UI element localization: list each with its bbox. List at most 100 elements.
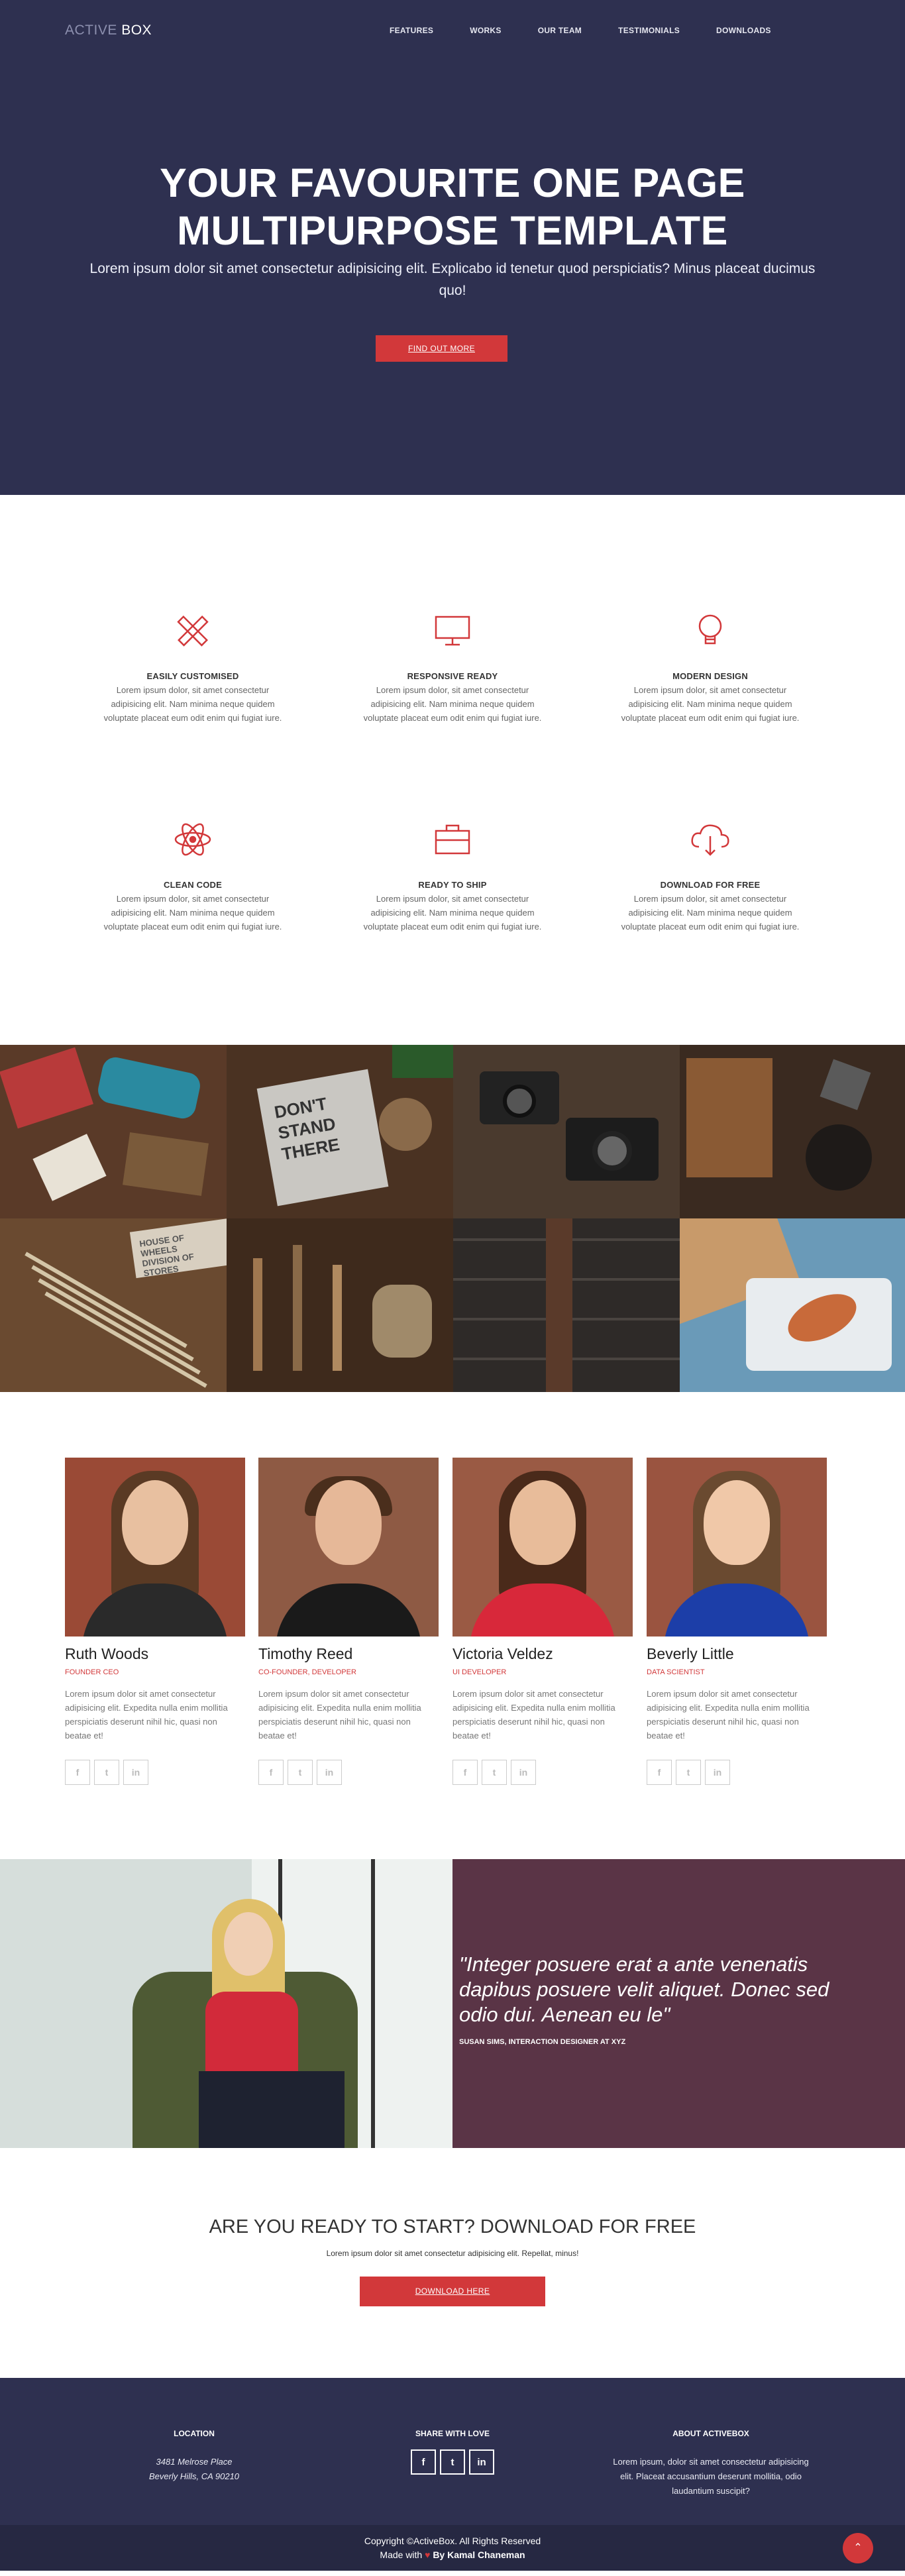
author-credit: By Kamal Chaneman — [433, 2549, 525, 2560]
footer-socials: f t in — [350, 2449, 555, 2475]
address-line: Beverly Hills, CA 90210 — [148, 2471, 240, 2481]
member-socials: f t in — [452, 1760, 633, 1785]
gallery-image-notebook[interactable] — [680, 1045, 905, 1218]
feature-text: Lorem ipsum dolor, sit amet consectetur … — [621, 685, 800, 723]
footer-about: ABOUT ACTIVEBOX Lorem ipsum, dolor sit a… — [608, 2429, 814, 2498]
member-name: Beverly Little — [647, 1645, 734, 1662]
linkedin-icon[interactable]: in — [511, 1760, 536, 1785]
twitter-icon[interactable]: t — [440, 2449, 465, 2475]
team-member-card: Ruth Woods FOUNDER CEO Lorem ipsum dolor… — [65, 1458, 245, 1785]
feature-title: DOWNLOAD FOR FREE — [660, 880, 761, 890]
facebook-icon[interactable]: f — [647, 1760, 672, 1785]
hero-section: ACTIVE BOX FEATURES WORKS OUR TEAM TESTI… — [0, 0, 905, 495]
cta-title: ARE YOU READY TO START? DOWNLOAD FOR FRE… — [209, 2216, 696, 2237]
facebook-icon[interactable]: f — [452, 1760, 478, 1785]
cta-text: Lorem ipsum dolor sit amet consectetur a… — [326, 2249, 579, 2258]
gallery-image-dont-stand-there[interactable]: DON'T STAND THERE — [227, 1045, 453, 1218]
member-socials: f t in — [65, 1760, 245, 1785]
team-member-card: Timothy Reed CO-FOUNDER, DEVELOPER Lorem… — [258, 1458, 439, 1785]
feature-title: RESPONSIVE READY — [407, 671, 498, 681]
chevron-up-icon: ⌃ — [853, 2542, 863, 2553]
hero-title-line2: MULTIPURPOSE TEMPLATE — [177, 208, 728, 253]
feature-card: MODERN DESIGN Lorem ipsum dolor, sit ame… — [617, 608, 804, 725]
feature-title: CLEAN CODE — [164, 880, 222, 890]
linkedin-icon[interactable]: in — [317, 1760, 342, 1785]
twitter-icon[interactable]: t — [676, 1760, 701, 1785]
twitter-icon[interactable]: t — [94, 1760, 119, 1785]
feature-text: Lorem ipsum dolor, sit amet consectetur … — [103, 894, 282, 932]
facebook-icon[interactable]: f — [258, 1760, 284, 1785]
member-role: FOUNDER CEO — [65, 1668, 119, 1676]
feature-title: READY TO SHIP — [418, 880, 487, 890]
footer-location: LOCATION 3481 Melrose Place Beverly Hill… — [91, 2429, 297, 2484]
nav-link-downloads[interactable]: DOWNLOADS — [716, 26, 771, 35]
download-here-button[interactable]: DOWNLOAD HERE — [360, 2277, 545, 2306]
logo[interactable]: ACTIVE BOX — [65, 23, 152, 38]
navbar: ACTIVE BOX FEATURES WORKS OUR TEAM TESTI… — [0, 0, 905, 62]
footer: LOCATION 3481 Melrose Place Beverly Hill… — [0, 2378, 905, 2571]
feature-text: Lorem ipsum dolor, sit amet consectetur … — [621, 894, 800, 932]
credits: Made with ♥ By Kamal Chaneman — [0, 2549, 905, 2560]
facebook-icon[interactable]: f — [65, 1760, 90, 1785]
member-bio: Lorem ipsum dolor sit amet consectetur a… — [647, 1689, 810, 1741]
footer-bottom: Copyright ©ActiveBox. All Rights Reserve… — [0, 2525, 905, 2571]
download-section: ARE YOU READY TO START? DOWNLOAD FOR FRE… — [0, 2148, 905, 2378]
nav-link-testimonials[interactable]: TESTIMONIALS — [618, 26, 680, 35]
feature-card: DOWNLOAD FOR FREE Lorem ipsum dolor, sit… — [617, 816, 804, 934]
feature-text: Lorem ipsum dolor, sit amet consectetur … — [363, 894, 542, 932]
member-name: Ruth Woods — [65, 1645, 149, 1662]
feature-text: Lorem ipsum dolor, sit amet consectetur … — [103, 685, 282, 723]
lightbulb-icon — [698, 614, 722, 645]
linkedin-icon[interactable]: in — [123, 1760, 148, 1785]
pencil-ruler-icon — [177, 616, 209, 647]
monitor-icon — [435, 616, 470, 646]
facebook-icon[interactable]: f — [411, 2449, 436, 2475]
atom-icon — [174, 823, 211, 856]
member-bio: Lorem ipsum dolor sit amet consectetur a… — [258, 1689, 421, 1741]
member-bio: Lorem ipsum dolor sit amet consectetur a… — [452, 1689, 615, 1741]
feature-card: RESPONSIVE READY Lorem ipsum dolor, sit … — [359, 608, 546, 725]
gallery-image-pens[interactable]: HOUSE OF WHEELS DIVISION OF STORES — [0, 1218, 227, 1392]
gallery-image-design-kit[interactable] — [0, 1045, 227, 1218]
features-section: EASILY CUSTOMISED Lorem ipsum dolor, sit… — [0, 495, 905, 1045]
twitter-icon[interactable]: t — [482, 1760, 507, 1785]
member-bio: Lorem ipsum dolor sit amet consectetur a… — [65, 1689, 228, 1741]
twitter-icon[interactable]: t — [288, 1760, 313, 1785]
heart-icon: ♥ — [425, 2549, 431, 2560]
testimonial-author: SUSAN SIMS, INTERACTION DESIGNER AT XYZ — [459, 2038, 626, 2046]
works-gallery: DON'T STAND THERE HOUSE OF WHEELS DIVISI… — [0, 1045, 905, 1392]
feature-card: EASILY CUSTOMISED Lorem ipsum dolor, sit… — [99, 608, 286, 725]
member-socials: f t in — [258, 1760, 439, 1785]
member-name: Victoria Veldez — [452, 1645, 553, 1662]
team-section: Ruth Woods FOUNDER CEO Lorem ipsum dolor… — [0, 1392, 905, 1859]
member-photo — [647, 1458, 827, 1637]
nav-link-works[interactable]: WORKS — [470, 26, 502, 35]
testimonial-photo — [0, 1859, 452, 2148]
testimonial-panel: "Integer posuere erat a ante venenatis d… — [452, 1859, 905, 2148]
gallery-image-tools[interactable] — [227, 1218, 453, 1392]
feature-card: READY TO SHIP Lorem ipsum dolor, sit ame… — [359, 816, 546, 934]
team-member-card: Beverly Little DATA SCIENTIST Lorem ipsu… — [647, 1458, 827, 1785]
made-with-text: Made with — [380, 2549, 423, 2560]
logo-part1: ACTIVE — [65, 23, 117, 38]
linkedin-icon[interactable]: in — [705, 1760, 730, 1785]
footer-top: LOCATION 3481 Melrose Place Beverly Hill… — [0, 2378, 905, 2525]
member-role: UI DEVELOPER — [452, 1668, 507, 1676]
member-socials: f t in — [647, 1760, 827, 1785]
back-to-top-button[interactable]: ⌃ — [843, 2533, 873, 2563]
location-title: LOCATION — [174, 2429, 215, 2438]
gallery-image-food[interactable] — [680, 1218, 905, 1392]
gallery-image-letterpress[interactable] — [453, 1218, 680, 1392]
gallery-image-cameras[interactable] — [453, 1045, 680, 1218]
footer-share: SHARE WITH LOVE f t in — [350, 2429, 555, 2475]
nav-link-features[interactable]: FEATURES — [390, 26, 433, 35]
logo-part2: BOX — [121, 23, 152, 38]
find-out-more-button[interactable]: FIND OUT MORE — [376, 335, 507, 362]
member-photo — [258, 1458, 439, 1637]
nav-link-our-team[interactable]: OUR TEAM — [538, 26, 582, 35]
about-title: ABOUT ACTIVEBOX — [672, 2429, 749, 2438]
feature-title: MODERN DESIGN — [672, 671, 748, 681]
nav-menu: FEATURES WORKS OUR TEAM TESTIMONIALS DOW… — [390, 26, 808, 35]
testimonial-section: "Integer posuere erat a ante venenatis d… — [0, 1859, 905, 2148]
linkedin-icon[interactable]: in — [469, 2449, 494, 2475]
